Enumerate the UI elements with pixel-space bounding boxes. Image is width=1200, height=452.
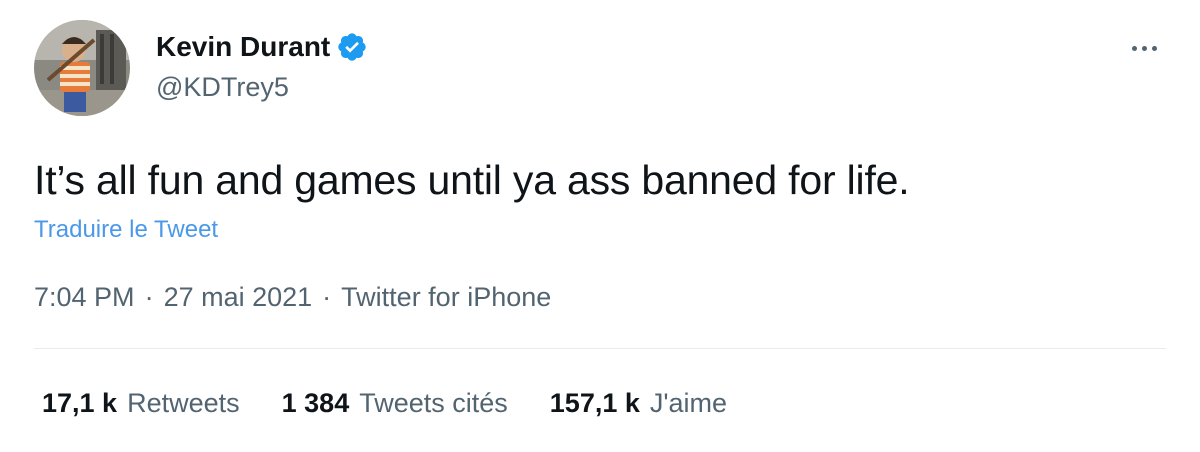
tweet-metadata: 7:04 PM · 27 mai 2021 · Twitter for iPho… xyxy=(34,282,551,313)
tweet-source[interactable]: Twitter for iPhone xyxy=(341,282,551,313)
verified-badge-icon xyxy=(336,31,368,63)
engagement-stats: 17,1 k Retweets 1 384 Tweets cités 157,1… xyxy=(42,388,769,419)
meta-separator: · xyxy=(322,282,332,312)
author-handle[interactable]: @KDTrey5 xyxy=(156,72,289,103)
retweets-label: Retweets xyxy=(127,388,240,418)
translate-tweet-link[interactable]: Traduire le Tweet xyxy=(34,216,218,244)
more-dot-icon xyxy=(1131,45,1137,51)
tweet-time[interactable]: 7:04 PM xyxy=(34,282,135,313)
display-name[interactable]: Kevin Durant xyxy=(156,31,330,63)
retweets-count: 17,1 k xyxy=(42,388,118,418)
avatar[interactable] xyxy=(34,20,130,116)
retweets-stat[interactable]: 17,1 k Retweets xyxy=(42,388,240,419)
tweet-card: Kevin Durant @KDTrey5 It’s all fun and g… xyxy=(0,0,1200,452)
profile-photo-icon xyxy=(34,20,130,116)
quote-tweets-stat[interactable]: 1 384 Tweets cités xyxy=(282,388,508,419)
divider xyxy=(34,348,1166,349)
quote-tweets-count: 1 384 xyxy=(281,388,350,418)
more-dot-icon xyxy=(1141,45,1147,51)
likes-label: J'aime xyxy=(649,388,728,418)
likes-stat[interactable]: 157,1 k J'aime xyxy=(550,388,727,419)
tweet-text: It’s all fun and games until ya ass bann… xyxy=(34,157,910,203)
quote-tweets-label: Tweets cités xyxy=(359,388,508,418)
more-options-button[interactable] xyxy=(1124,36,1164,60)
tweet-date[interactable]: 27 mai 2021 xyxy=(164,282,313,313)
meta-separator: · xyxy=(144,282,154,312)
author-name-row: Kevin Durant xyxy=(156,29,368,65)
likes-count: 157,1 k xyxy=(549,388,640,418)
more-dot-icon xyxy=(1151,45,1157,51)
